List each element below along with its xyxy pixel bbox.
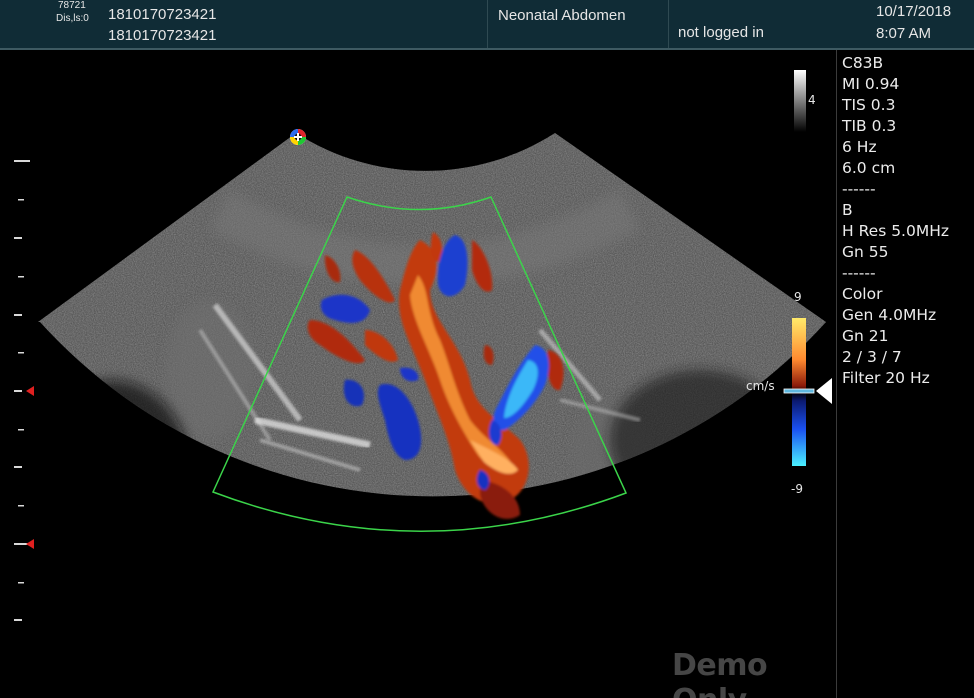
wall-filter: Filter 20 Hz [842,369,930,387]
b-mode-label: B [842,201,853,219]
ultrasound-image[interactable] [0,50,836,698]
display-status: Dis,ls:0 [56,13,89,24]
exam-time: 8:07 AM [876,25,932,42]
patient-id-primary: 1810170723421 [108,6,217,23]
ultrasound-image-area[interactable]: 4 9 -9 cm/s Demo Only [0,50,836,698]
separator: ------ [842,264,876,282]
frame-rate: 6 Hz [842,138,877,156]
header-bar: 78721 Dis,ls:0 1810170723421 18101707234… [0,0,974,50]
login-status[interactable]: not logged in [678,24,764,41]
thermal-index-bone: TIB 0.3 [842,117,897,135]
exam-date: 10/17/2018 [876,3,952,20]
color-gain: Gn 21 [842,327,889,345]
scan-counter: 78721 [58,0,86,11]
baseline-marker[interactable] [783,388,815,394]
panel-divider [836,50,837,698]
b-mode-gain: Gn 55 [842,243,889,261]
b-mode-sector [38,133,826,497]
mechanical-index: MI 0.94 [842,75,900,93]
color-settings: 2 / 3 / 7 [842,348,902,366]
exam-type[interactable]: Neonatal Abdomen [498,7,626,24]
b-mode-frequency: H Res 5.0MHz [842,222,950,240]
imaging-parameters-panel: C83B MI 0.94 TIS 0.3 TIB 0.3 6 Hz 6.0 cm… [842,53,972,389]
thermal-index-soft: TIS 0.3 [842,96,896,114]
baseline-pointer-icon[interactable] [816,378,832,404]
focus-marker-icon[interactable] [26,386,34,549]
depth: 6.0 cm [842,159,896,177]
color-frequency: Gen 4.0MHz [842,306,937,324]
velocity-unit: cm/s [746,379,775,393]
probe-model: C83B [842,54,884,72]
grayscale-label: 4 [808,93,816,107]
color-scale-bottom: -9 [791,482,803,496]
grayscale-bar [794,70,806,132]
separator: ------ [842,180,876,198]
orientation-marker-icon [290,129,306,145]
color-scale-top: 9 [794,290,802,304]
demo-watermark: Demo Only [672,648,768,698]
color-mode-label: Color [842,285,883,303]
patient-id-secondary: 1810170723421 [108,27,217,44]
